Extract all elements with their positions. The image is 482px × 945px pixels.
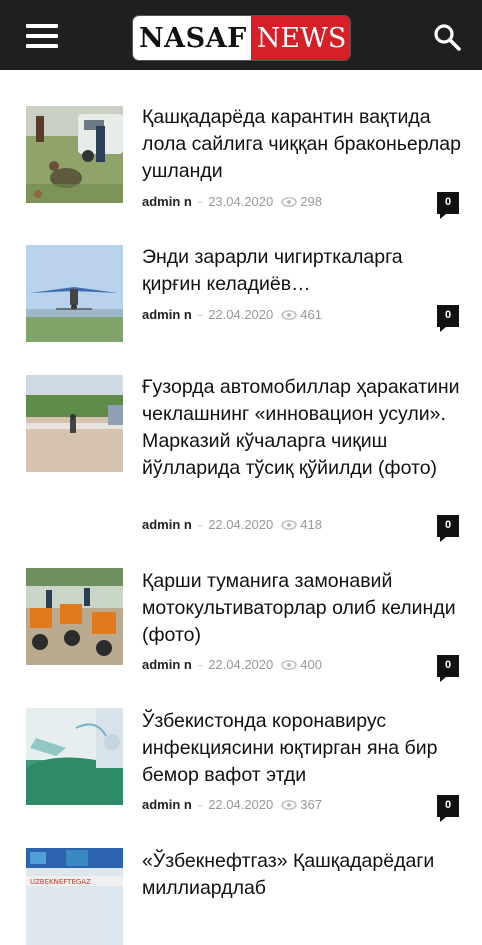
article-views: 461	[300, 307, 322, 322]
app-header: NASAF NEWS	[0, 0, 482, 70]
article-views: 418	[300, 517, 322, 532]
article-thumbnail[interactable]	[26, 106, 123, 203]
article-date: 22.04.2020	[208, 307, 274, 322]
article-views: 298	[300, 194, 322, 209]
article-views: 400	[300, 657, 322, 672]
article-author[interactable]: admin n	[142, 517, 192, 532]
article-meta: admin n -22.04.2020 461	[142, 307, 322, 322]
article-meta: admin n -22.04.2020 367	[142, 797, 322, 812]
article-thumbnail[interactable]	[26, 245, 123, 342]
views-icon	[281, 197, 297, 207]
article-date: 22.04.2020	[208, 797, 274, 812]
article-title[interactable]: «Ўзбекнефтгаз» Қашқадарёдаги миллиардлаб	[142, 848, 464, 902]
article-thumbnail[interactable]	[26, 708, 123, 805]
site-logo[interactable]: NASAF NEWS	[133, 16, 350, 60]
views-icon	[281, 800, 297, 810]
article-meta: admin n -23.04.2020 298	[142, 194, 322, 209]
views-icon	[281, 520, 297, 530]
article-title[interactable]: Қарши туманига замонавий мотокультиватор…	[142, 568, 464, 649]
logo-text-nasaf: NASAF	[133, 16, 251, 60]
comment-count-badge[interactable]: 0	[437, 515, 459, 542]
article-title[interactable]: Ғузорда автомобиллар ҳаракатини чеклашни…	[142, 374, 464, 482]
article-author[interactable]: admin n	[142, 307, 192, 322]
article-author[interactable]: admin n	[142, 797, 192, 812]
article-author[interactable]: admin n	[142, 194, 192, 209]
article-thumbnail[interactable]: UZBEKNEFTEGAZ	[26, 848, 123, 945]
article-title[interactable]: Қашқадарёда карантин вақтида лола сайлиг…	[142, 104, 464, 185]
article-meta: admin n -22.04.2020 400	[142, 657, 322, 672]
article-thumbnail[interactable]	[26, 568, 123, 665]
views-icon	[281, 660, 297, 670]
search-icon[interactable]	[432, 22, 462, 52]
article-date: 22.04.2020	[208, 657, 274, 672]
article-title[interactable]: Ўзбекистонда коронавирус инфекциясини юқ…	[142, 708, 464, 789]
comment-count-badge[interactable]: 0	[437, 192, 459, 219]
comment-count-badge[interactable]: 0	[437, 305, 459, 332]
article-views: 367	[300, 797, 322, 812]
logo-text-news: NEWS	[250, 16, 350, 60]
article-date: 23.04.2020	[208, 194, 274, 209]
article-thumbnail[interactable]	[26, 375, 123, 472]
comment-count-badge[interactable]: 0	[437, 655, 459, 682]
thumbnail-sign-text: UZBEKNEFTEGAZ	[30, 878, 91, 886]
article-author[interactable]: admin n	[142, 657, 192, 672]
comment-count-badge[interactable]: 0	[437, 795, 459, 822]
article-meta: admin n -22.04.2020 418	[142, 517, 322, 532]
article-date: 22.04.2020	[208, 517, 274, 532]
views-icon	[281, 310, 297, 320]
article-title[interactable]: Энди зарарли чигирткаларга қирғин келади…	[142, 244, 464, 298]
menu-icon[interactable]	[26, 24, 58, 48]
